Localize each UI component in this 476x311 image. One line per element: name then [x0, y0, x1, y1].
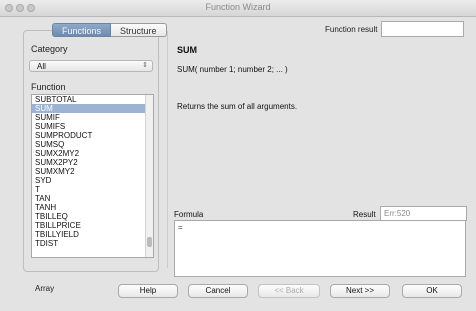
- ok-button[interactable]: OK: [402, 284, 462, 298]
- result-label: Result: [353, 210, 376, 219]
- function-list-item[interactable]: SUMIF: [32, 113, 153, 122]
- function-list-item[interactable]: SUMX2MY2: [32, 149, 153, 158]
- panel-divider: [167, 31, 168, 268]
- function-list-item[interactable]: TDIST: [32, 239, 153, 248]
- function-signature: SUM( number 1; number 2; ... ): [177, 65, 288, 74]
- next-button[interactable]: Next >>: [330, 284, 390, 298]
- category-select[interactable]: All ⇕: [29, 60, 153, 72]
- function-list-item[interactable]: SUMSQ: [32, 140, 153, 149]
- formula-input[interactable]: =: [174, 220, 466, 277]
- back-button[interactable]: << Back: [258, 284, 320, 298]
- window-title: Function Wizard: [205, 2, 271, 12]
- result-value: Err:520: [384, 209, 411, 218]
- function-list-item[interactable]: TAN: [32, 194, 153, 203]
- function-name: SUM: [177, 45, 197, 55]
- function-list-item[interactable]: T: [32, 185, 153, 194]
- category-selected-value: All: [37, 62, 46, 71]
- function-list-scrollbar[interactable]: [145, 95, 153, 257]
- tab-functions[interactable]: Functions: [52, 23, 112, 37]
- help-button[interactable]: Help: [118, 284, 178, 298]
- function-list-item[interactable]: SUMPRODUCT: [32, 131, 153, 140]
- function-wizard-window: Function Wizard Functions Structure Cate…: [0, 0, 476, 311]
- function-list-item[interactable]: TANH: [32, 203, 153, 212]
- function-result-label: Function result: [325, 25, 378, 34]
- category-label: Category: [31, 44, 68, 54]
- title-bar: Function Wizard: [0, 0, 476, 17]
- function-list-item[interactable]: SUMIFS: [32, 122, 153, 131]
- function-list-label: Function: [31, 82, 66, 92]
- tab-structure[interactable]: Structure: [111, 23, 167, 37]
- function-list-item[interactable]: SUMX2PY2: [32, 158, 153, 167]
- function-list-item[interactable]: TBILLPRICE: [32, 221, 153, 230]
- scrollbar-thumb[interactable]: [147, 237, 152, 247]
- array-checkbox[interactable]: Array: [35, 284, 54, 293]
- function-list[interactable]: SUBTOTAL SUM SUMIF SUMIFS SUMPRODUCT SUMSQ SUM…: [31, 94, 154, 258]
- function-list-item[interactable]: SUBTOTAL: [32, 95, 153, 104]
- function-list-item[interactable]: TBILLYIELD: [32, 230, 153, 239]
- function-result-field: [381, 21, 464, 37]
- function-list-item[interactable]: SUMXMY2: [32, 167, 153, 176]
- function-list-item[interactable]: SUM: [32, 104, 153, 113]
- function-list-item[interactable]: TBILLEQ: [32, 212, 153, 221]
- formula-value: =: [178, 223, 183, 232]
- cancel-button[interactable]: Cancel: [188, 284, 248, 298]
- function-list-item[interactable]: SYD: [32, 176, 153, 185]
- tab-bar: Functions Structure: [52, 23, 167, 37]
- function-description: Returns the sum of all arguments.: [177, 102, 298, 111]
- chevron-updown-icon: ⇕: [142, 62, 148, 69]
- formula-label: Formula: [174, 210, 204, 219]
- result-field: Err:520: [380, 206, 467, 221]
